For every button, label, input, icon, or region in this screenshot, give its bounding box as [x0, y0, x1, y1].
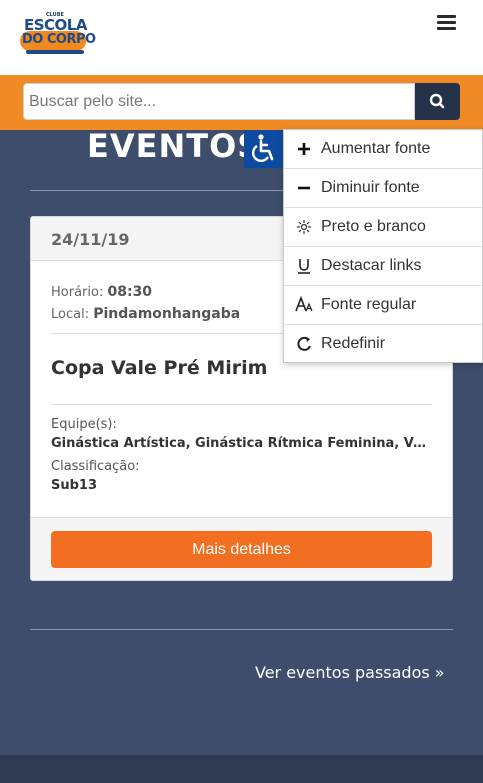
logo-wave: [26, 50, 84, 54]
menu-item-label: Destacar links: [321, 257, 422, 274]
event-date: 24/11/19: [51, 230, 130, 249]
contrast-icon: [294, 217, 314, 237]
past-events-link[interactable]: Ver eventos passados »: [255, 663, 445, 682]
wheelchair-icon: [252, 134, 274, 162]
page-footer: [0, 755, 483, 783]
logo-badge: DO CORPO: [20, 31, 96, 51]
more-details-button[interactable]: Mais detalhes: [51, 531, 432, 568]
site-header: CLUBE ESCOLA DO CORPO: [0, 0, 483, 75]
reset-icon: [294, 334, 314, 354]
minus-icon: [294, 178, 314, 198]
event-card-footer: Mais detalhes: [31, 517, 452, 580]
accessibility-menu: Aumentar fonte Diminuir fonte Preto e br…: [283, 129, 483, 363]
menu-item-highlight-links[interactable]: Destacar links: [284, 247, 483, 286]
event-teams-value: Ginástica Artística, Ginástica Rítmica F…: [51, 436, 432, 451]
event-place: Local: Pindamonhangaba: [51, 306, 240, 322]
hamburger-icon[interactable]: [437, 15, 456, 31]
bottom-divider: [30, 629, 453, 630]
event-name: Copa Vale Pré Mirim: [51, 357, 268, 379]
site-logo[interactable]: CLUBE ESCOLA DO CORPO: [18, 12, 96, 58]
event-place-value: Pindamonhangaba: [93, 306, 241, 322]
menu-item-label: Redefinir: [321, 335, 386, 352]
menu-item-reset[interactable]: Redefinir: [284, 325, 483, 364]
search-input[interactable]: [23, 83, 415, 120]
underline-icon: [294, 256, 314, 276]
event-time: Horário: 08:30: [51, 284, 152, 300]
menu-item-label: Diminuir fonte: [321, 179, 420, 196]
search-icon: [429, 93, 445, 109]
event-time-label: Horário:: [51, 285, 104, 300]
menu-item-regular-font[interactable]: Fonte regular: [284, 286, 483, 325]
logo-line-2: DO CORPO: [22, 32, 96, 47]
accessibility-button[interactable]: [244, 130, 284, 168]
event-time-value: 08:30: [107, 284, 153, 300]
menu-item-increase-font[interactable]: Aumentar fonte: [284, 130, 483, 169]
plus-icon: [294, 139, 314, 159]
event-place-label: Local:: [51, 307, 90, 322]
event-teams-label: Equipe(s):: [51, 417, 117, 432]
menu-item-label: Aumentar fonte: [321, 140, 431, 157]
page-title: EVENTOS: [87, 127, 262, 165]
card-divider: [51, 404, 432, 405]
search-button[interactable]: [415, 83, 460, 120]
menu-item-decrease-font[interactable]: Diminuir fonte: [284, 169, 483, 208]
search-bar: [0, 75, 483, 130]
event-classification-label: Classificação:: [51, 459, 140, 474]
event-classification-value: Sub13: [51, 478, 98, 493]
font-icon: [294, 295, 314, 315]
menu-item-label: Preto e branco: [321, 218, 426, 235]
menu-item-label: Fonte regular: [321, 296, 417, 313]
menu-item-grayscale[interactable]: Preto e branco: [284, 208, 483, 247]
